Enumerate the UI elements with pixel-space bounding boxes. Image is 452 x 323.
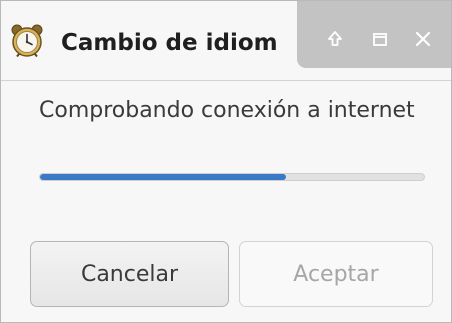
- dialog-window: Cambio de idiom Comprobando conexión a i…: [0, 0, 452, 323]
- status-message: Comprobando conexión a internet: [39, 98, 415, 123]
- cancel-button[interactable]: Cancelar: [30, 241, 229, 307]
- accept-button[interactable]: Aceptar: [239, 241, 433, 307]
- dialog-content: Comprobando conexión a internet Cancelar…: [1, 81, 451, 322]
- window-title: Cambio de idiom: [61, 30, 278, 56]
- arrow-up-icon[interactable]: [323, 27, 347, 51]
- title-bar[interactable]: Cambio de idiom: [1, 1, 451, 81]
- alarm-clock-icon: [10, 23, 44, 58]
- progress-bar-fill: [40, 174, 286, 180]
- maximize-icon[interactable]: [368, 27, 392, 51]
- progress-bar: [39, 173, 425, 181]
- close-icon[interactable]: [411, 27, 435, 51]
- window-controls: [297, 1, 451, 68]
